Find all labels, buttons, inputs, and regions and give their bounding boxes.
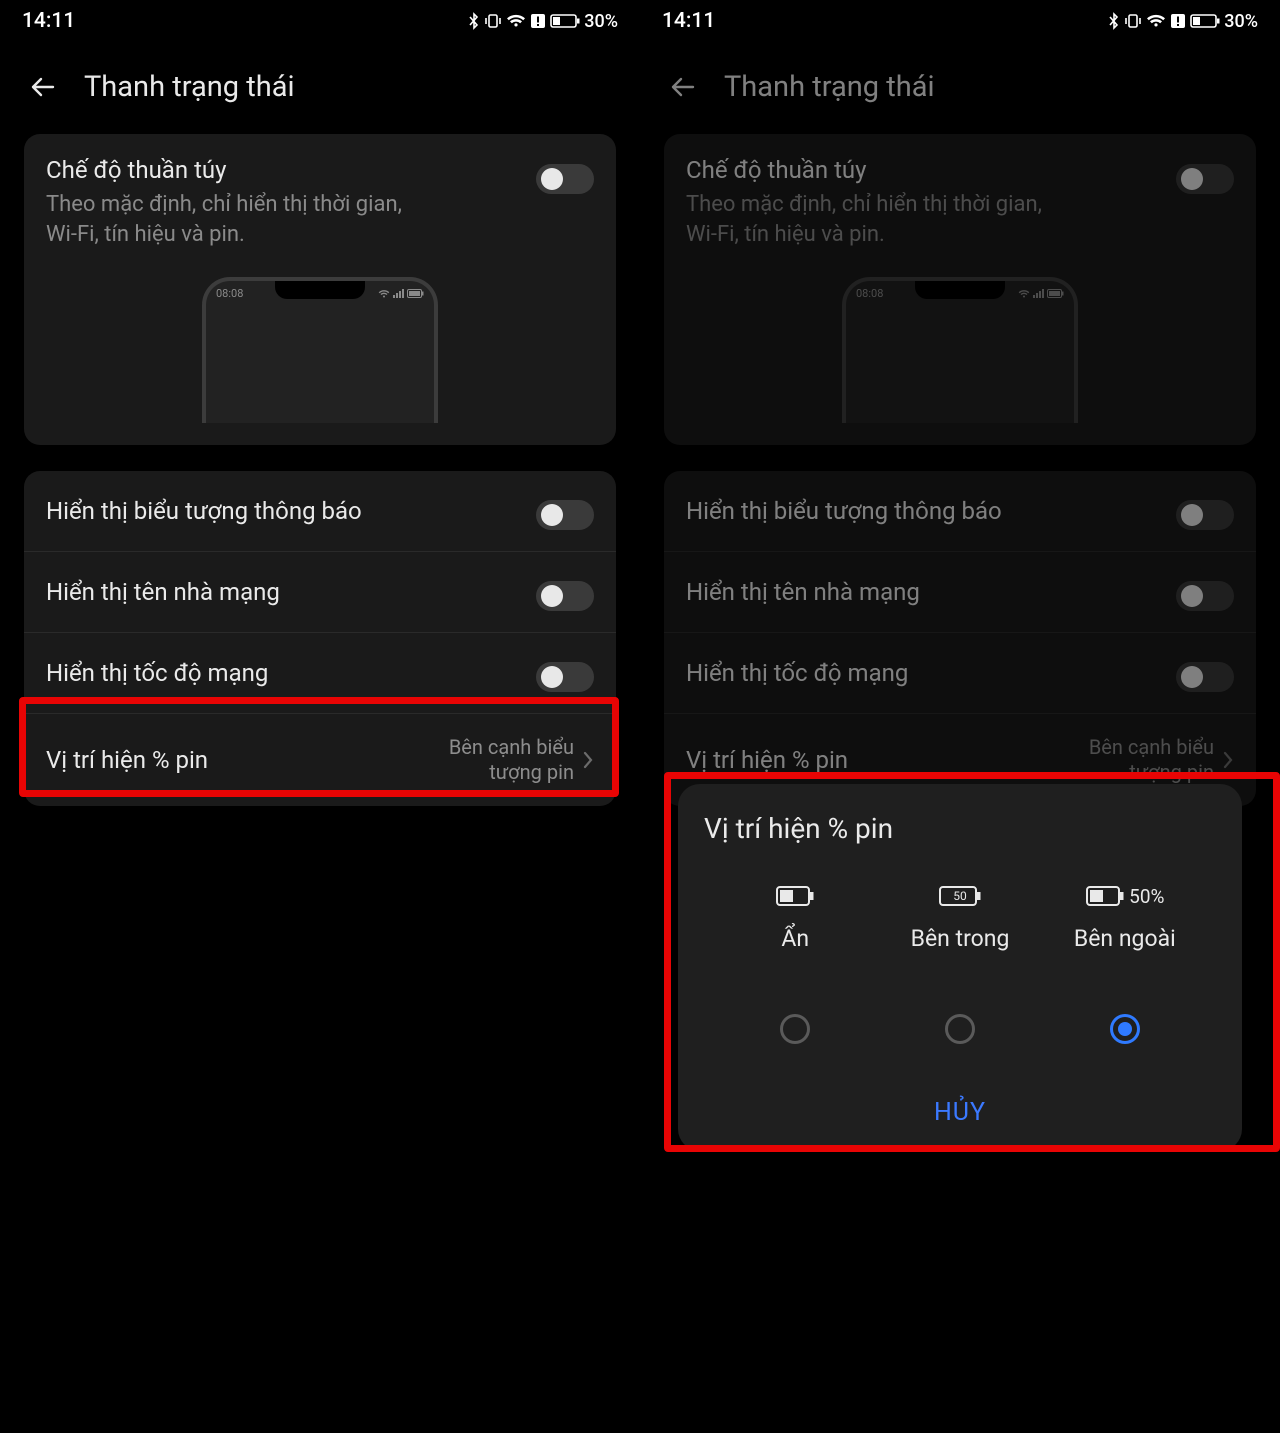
- row-value: Bên cạnh biểu tượng pin: [1054, 735, 1214, 785]
- carrier-toggle[interactable]: [1176, 581, 1234, 611]
- battery-outside-icon: 50%: [1085, 881, 1164, 911]
- preview-battery-icon: [407, 289, 424, 298]
- opt-hide[interactable]: Ẩn: [714, 881, 876, 1044]
- preview-icons: [378, 289, 424, 298]
- bluetooth-icon: [1108, 12, 1120, 30]
- radio-outside[interactable]: [1110, 1014, 1140, 1044]
- pure-mode-toggle[interactable]: [1176, 164, 1234, 194]
- row-label: Hiển thị biểu tượng thông báo: [46, 497, 362, 525]
- opt-outside[interactable]: 50% Bên ngoài: [1044, 881, 1206, 1044]
- status-time: 14:11: [662, 9, 715, 33]
- batt-pos-dialog: Vị trí hiện % pin Ẩn 50 Bên trong: [678, 784, 1242, 1151]
- pure-mode-preview: 08:08: [202, 277, 438, 423]
- net-speed-toggle[interactable]: [1176, 662, 1234, 692]
- page-title: Thanh trạng thái: [724, 70, 935, 104]
- preview-signal-icon: [1033, 289, 1044, 298]
- row-notif-icons[interactable]: Hiển thị biểu tượng thông báo: [664, 471, 1256, 552]
- notif-icons-toggle[interactable]: [1176, 500, 1234, 530]
- row-notif-icons[interactable]: Hiển thị biểu tượng thông báo: [24, 471, 616, 552]
- opt-label: Bên ngoài: [1074, 925, 1176, 952]
- page-title: Thanh trạng thái: [84, 70, 295, 104]
- chevron-right-icon: [582, 750, 594, 770]
- title-row: Thanh trạng thái: [0, 42, 640, 134]
- settings-list: Hiển thị biểu tượng thông báo Hiển thị t…: [24, 471, 616, 806]
- battery-icon: [550, 13, 580, 29]
- row-label: Hiển thị tốc độ mạng: [686, 659, 908, 687]
- pure-mode-card: Chế độ thuần túy Theo mặc định, chỉ hiển…: [24, 134, 616, 445]
- vibrate-icon: [484, 13, 502, 29]
- preview-wifi-icon: [378, 289, 390, 298]
- pure-mode-desc: Theo mặc định, chỉ hiển thị thời gian, W…: [46, 190, 406, 249]
- wifi-icon: [1146, 13, 1166, 29]
- row-net-speed[interactable]: Hiển thị tốc độ mạng: [664, 633, 1256, 714]
- row-value: Bên cạnh biểu tượng pin: [414, 735, 574, 785]
- row-net-speed[interactable]: Hiển thị tốc độ mạng: [24, 633, 616, 714]
- alert-icon: [1170, 13, 1186, 29]
- opt-label: Bên trong: [911, 925, 1010, 952]
- settings-list: Hiển thị biểu tượng thông báo Hiển thị t…: [664, 471, 1256, 806]
- status-time: 14:11: [22, 9, 75, 33]
- battery-hide-icon: [775, 881, 815, 911]
- row-label: Vị trí hiện % pin: [686, 746, 848, 774]
- battery-percent: 30%: [584, 11, 618, 32]
- screenshot-right: 14:11 30% Thanh trạng thái: [640, 0, 1280, 1433]
- row-label: Vị trí hiện % pin: [46, 746, 208, 774]
- back-button[interactable]: [668, 72, 698, 102]
- net-speed-toggle[interactable]: [536, 662, 594, 692]
- pure-mode-title: Chế độ thuần túy: [46, 156, 406, 184]
- row-label: Hiển thị tốc độ mạng: [46, 659, 268, 687]
- title-row: Thanh trạng thái: [640, 42, 1280, 134]
- pure-mode-preview: 08:08: [842, 277, 1078, 423]
- chevron-right-icon: [1222, 750, 1234, 770]
- status-bar: 14:11 30%: [640, 0, 1280, 42]
- wifi-icon: [506, 13, 526, 29]
- row-carrier[interactable]: Hiển thị tên nhà mạng: [24, 552, 616, 633]
- preview-time: 08:08: [856, 287, 883, 300]
- status-bar: 14:11 30%: [0, 0, 640, 42]
- preview-signal-icon: [393, 289, 404, 298]
- bluetooth-icon: [468, 12, 480, 30]
- status-icons: 30%: [468, 11, 618, 32]
- battery-inside-text: 50: [953, 889, 967, 903]
- screenshot-left: 14:11 30% Thanh trạng thái: [0, 0, 640, 1433]
- vibrate-icon: [1124, 13, 1142, 29]
- battery-percent: 30%: [1224, 11, 1258, 32]
- back-button[interactable]: [28, 72, 58, 102]
- cancel-button[interactable]: HỦY: [704, 1088, 1216, 1133]
- row-carrier[interactable]: Hiển thị tên nhà mạng: [664, 552, 1256, 633]
- pure-mode-title: Chế độ thuần túy: [686, 156, 1046, 184]
- notif-icons-toggle[interactable]: [536, 500, 594, 530]
- preview-icons: [1018, 289, 1064, 298]
- opt-inside[interactable]: 50 Bên trong: [879, 881, 1041, 1044]
- pure-mode-toggle[interactable]: [536, 164, 594, 194]
- row-label: Hiển thị tên nhà mạng: [686, 578, 920, 606]
- status-icons: 30%: [1108, 11, 1258, 32]
- opt-label: Ẩn: [781, 925, 809, 952]
- row-label: Hiển thị biểu tượng thông báo: [686, 497, 1002, 525]
- radio-inside[interactable]: [945, 1014, 975, 1044]
- radio-hide[interactable]: [780, 1014, 810, 1044]
- carrier-toggle[interactable]: [536, 581, 594, 611]
- battery-outside-text: 50%: [1129, 885, 1164, 908]
- preview-time: 08:08: [216, 287, 243, 300]
- preview-battery-icon: [1047, 289, 1064, 298]
- row-batt-pos[interactable]: Vị trí hiện % pin Bên cạnh biểu tượng pi…: [24, 714, 616, 806]
- battery-inside-icon: 50: [938, 881, 982, 911]
- dialog-title: Vị trí hiện % pin: [704, 812, 1216, 845]
- preview-wifi-icon: [1018, 289, 1030, 298]
- pure-mode-card: Chế độ thuần túy Theo mặc định, chỉ hiển…: [664, 134, 1256, 445]
- row-label: Hiển thị tên nhà mạng: [46, 578, 280, 606]
- pure-mode-desc: Theo mặc định, chỉ hiển thị thời gian, W…: [686, 190, 1046, 249]
- alert-icon: [530, 13, 546, 29]
- battery-icon: [1190, 13, 1220, 29]
